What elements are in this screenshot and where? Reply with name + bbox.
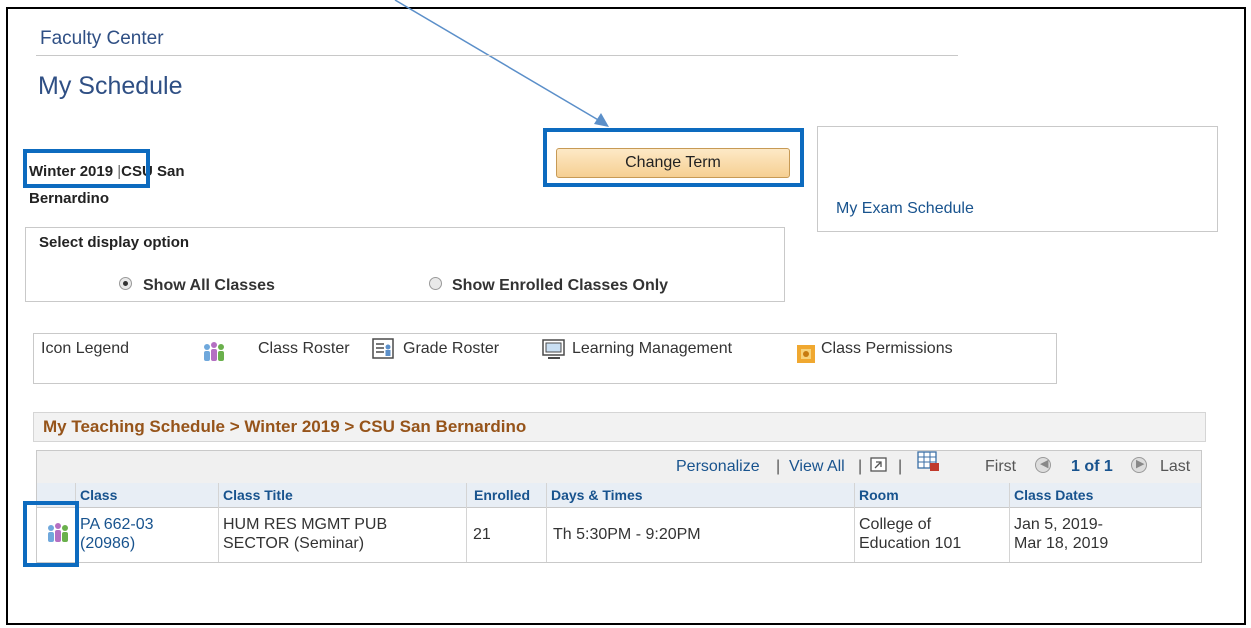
- schedule-heading: My Teaching Schedule > Winter 2019 > CSU…: [43, 417, 527, 436]
- show-enrolled-classes-radio[interactable]: [429, 277, 442, 290]
- class-link[interactable]: PA 662-03 (20986): [80, 515, 154, 553]
- room-cell: College of Education 101: [859, 515, 961, 553]
- class-number: (20986): [80, 535, 136, 552]
- nav-separator: |: [858, 458, 863, 475]
- institution-line2: Bernardino: [29, 190, 110, 207]
- roster-icon-highlight-box: [23, 501, 79, 567]
- view-all-link[interactable]: View All: [789, 458, 845, 476]
- col-header-days-times[interactable]: Days & Times: [551, 487, 643, 503]
- class-title-line1: HUM RES MGMT PUB: [223, 516, 388, 533]
- col-header-class-dates[interactable]: Class Dates: [1014, 487, 1093, 503]
- breadcrumb: Faculty Center: [40, 28, 164, 49]
- column-divider: [218, 483, 219, 562]
- days-times-cell: Th 5:30PM - 9:20PM: [553, 526, 701, 543]
- last-label: Last: [1160, 458, 1191, 475]
- nav-separator: |: [898, 458, 903, 475]
- learning-management-icon: [542, 339, 565, 359]
- grid-navigation-bar: [37, 451, 1201, 483]
- enrolled-cell: 21: [473, 526, 491, 543]
- nav-separator: |: [776, 458, 781, 475]
- legend-class-roster-label: Class Roster: [258, 340, 350, 357]
- class-title-line2: SECTOR (Seminar): [223, 535, 365, 552]
- class-roster-icon: [204, 342, 224, 361]
- page-title: My Schedule: [38, 72, 183, 100]
- grade-roster-icon: [372, 338, 394, 359]
- term-highlight-box: [23, 149, 150, 188]
- col-header-enrolled[interactable]: Enrolled: [474, 487, 530, 503]
- room-line2: Education 101: [859, 535, 962, 552]
- breadcrumb-divider: [36, 55, 958, 56]
- column-divider: [546, 483, 547, 562]
- legend-class-permissions-label: Class Permissions: [821, 340, 953, 357]
- download-spreadsheet-icon[interactable]: [917, 451, 941, 473]
- display-option-label: Select display option: [39, 234, 190, 251]
- class-title-cell: HUM RES MGMT PUB SECTOR (Seminar): [223, 515, 387, 553]
- class-code: PA 662-03: [80, 516, 154, 533]
- show-all-classes-label[interactable]: Show All Classes: [143, 277, 275, 295]
- my-exam-schedule-link[interactable]: My Exam Schedule: [836, 200, 974, 218]
- column-divider: [854, 483, 855, 562]
- first-label: First: [985, 458, 1017, 475]
- col-header-room[interactable]: Room: [859, 487, 899, 503]
- class-dates-line2: Mar 18, 2019: [1014, 535, 1109, 552]
- room-line1: College of: [859, 516, 932, 533]
- class-dates-cell: Jan 5, 2019- Mar 18, 2019: [1014, 515, 1108, 553]
- column-divider: [1009, 483, 1010, 562]
- col-header-class-title[interactable]: Class Title: [223, 487, 293, 503]
- page-indicator: 1 of 1: [1071, 458, 1113, 475]
- column-divider: [466, 483, 467, 562]
- legend-grade-roster-label: Grade Roster: [403, 340, 500, 357]
- next-arrow-icon[interactable]: ▶: [1131, 457, 1147, 473]
- icon-legend-label: Icon Legend: [41, 340, 130, 357]
- class-dates-line1: Jan 5, 2019-: [1014, 516, 1103, 533]
- change-term-button[interactable]: Change Term: [556, 148, 790, 178]
- col-header-class[interactable]: Class: [80, 487, 117, 503]
- show-all-classes-radio[interactable]: [119, 277, 132, 290]
- zoom-icon[interactable]: [869, 455, 889, 475]
- show-enrolled-classes-label[interactable]: Show Enrolled Classes Only: [452, 277, 668, 295]
- personalize-link[interactable]: Personalize: [676, 458, 760, 476]
- class-permissions-icon: [797, 345, 815, 363]
- previous-arrow-icon[interactable]: ◀: [1035, 457, 1051, 473]
- legend-learning-management-label: Learning Management: [572, 340, 733, 357]
